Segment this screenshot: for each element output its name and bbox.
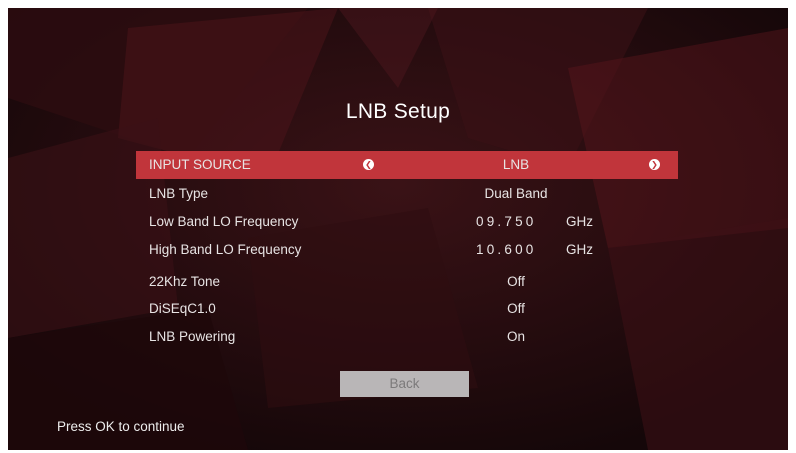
chevron-right-icon[interactable]: ❯ xyxy=(649,159,660,170)
lnb-type-value: Dual Band xyxy=(484,186,548,201)
input-source-value: LNB xyxy=(502,157,530,172)
hint-text: Press OK to continue xyxy=(57,419,185,434)
high-band-value[interactable]: 10.600 xyxy=(476,242,537,257)
high-band-unit: GHz xyxy=(566,242,593,257)
input-source-label: INPUT SOURCE xyxy=(149,157,251,172)
back-button[interactable]: Back xyxy=(340,371,469,397)
powering-label: LNB Powering xyxy=(149,329,236,344)
diseqc-value: Off xyxy=(507,301,525,316)
lnb-type-row[interactable]: LNB Type Dual Band xyxy=(136,180,678,208)
lnb-type-label: LNB Type xyxy=(149,186,209,201)
tone-label: 22Khz Tone xyxy=(149,274,221,289)
high-band-label: High Band LO Frequency xyxy=(149,242,302,257)
input-source-row[interactable]: INPUT SOURCE ❮ LNB ❯ xyxy=(136,151,678,179)
low-band-label: Low Band LO Frequency xyxy=(149,214,299,229)
tv-screen: LNB Setup INPUT SOURCE ❮ LNB ❯ LNB Type … xyxy=(8,8,788,450)
low-band-unit: GHz xyxy=(566,214,593,229)
low-band-value[interactable]: 09.750 xyxy=(476,214,537,229)
tone-value: Off xyxy=(507,274,525,289)
high-band-row[interactable]: High Band LO Frequency 10.600 GHz xyxy=(136,236,678,264)
powering-value: On xyxy=(506,329,525,344)
tone-row[interactable]: 22Khz Tone Off xyxy=(136,268,678,296)
powering-row[interactable]: LNB Powering On xyxy=(136,323,678,351)
diseqc-row[interactable]: DiSEqC1.0 Off xyxy=(136,295,678,323)
chevron-left-icon[interactable]: ❮ xyxy=(363,159,374,170)
low-band-row[interactable]: Low Band LO Frequency 09.750 GHz xyxy=(136,208,678,236)
diseqc-label: DiSEqC1.0 xyxy=(149,301,216,316)
page-title: LNB Setup xyxy=(345,100,451,123)
